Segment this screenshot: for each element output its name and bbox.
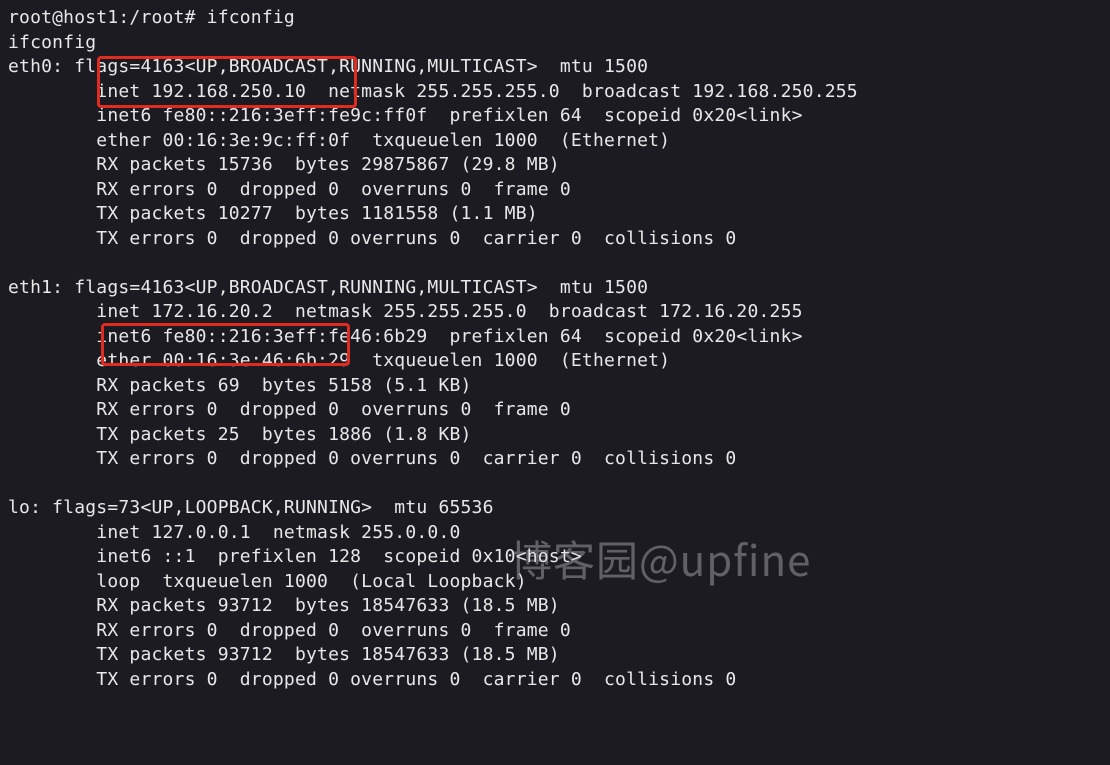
eth1-inet6: inet6 fe80::216:3eff:fe46:6b29 prefixlen… — [8, 325, 1102, 350]
lo-header: lo: flags=73<UP,LOOPBACK,RUNNING> mtu 65… — [8, 496, 1102, 521]
eth1-rx-packets: RX packets 69 bytes 5158 (5.1 KB) — [8, 374, 1102, 399]
terminal-output[interactable]: root@host1:/root# ifconfig ifconfig eth0… — [0, 0, 1110, 700]
eth1-tx-errors: TX errors 0 dropped 0 overruns 0 carrier… — [8, 447, 1102, 472]
eth0-header: eth0: flags=4163<UP,BROADCAST,RUNNING,MU… — [8, 55, 1102, 80]
eth0-rx-errors: RX errors 0 dropped 0 overruns 0 frame 0 — [8, 178, 1102, 203]
eth0-ether: ether 00:16:3e:9c:ff:0f txqueuelen 1000 … — [8, 129, 1102, 154]
eth0-tx-packets: TX packets 10277 bytes 1181558 (1.1 MB) — [8, 202, 1102, 227]
eth1-inet: inet 172.16.20.2 netmask 255.255.255.0 b… — [8, 300, 1102, 325]
lo-rx-packets: RX packets 93712 bytes 18547633 (18.5 MB… — [8, 594, 1102, 619]
prompt-line: root@host1:/root# ifconfig — [8, 6, 1102, 31]
lo-tx-errors: TX errors 0 dropped 0 overruns 0 carrier… — [8, 668, 1102, 693]
lo-loop: loop txqueuelen 1000 (Local Loopback) — [8, 570, 1102, 595]
echo-line: ifconfig — [8, 31, 1102, 56]
lo-inet6: inet6 ::1 prefixlen 128 scopeid 0x10<hos… — [8, 545, 1102, 570]
lo-tx-packets: TX packets 93712 bytes 18547633 (18.5 MB… — [8, 643, 1102, 668]
eth1-rx-errors: RX errors 0 dropped 0 overruns 0 frame 0 — [8, 398, 1102, 423]
eth0-tx-errors: TX errors 0 dropped 0 overruns 0 carrier… — [8, 227, 1102, 252]
eth1-header: eth1: flags=4163<UP,BROADCAST,RUNNING,MU… — [8, 276, 1102, 301]
eth0-inet6: inet6 fe80::216:3eff:fe9c:ff0f prefixlen… — [8, 104, 1102, 129]
eth1-tx-packets: TX packets 25 bytes 1886 (1.8 KB) — [8, 423, 1102, 448]
eth0-inet: inet 192.168.250.10 netmask 255.255.255.… — [8, 80, 1102, 105]
eth0-rx-packets: RX packets 15736 bytes 29875867 (29.8 MB… — [8, 153, 1102, 178]
blank-line-2 — [8, 472, 1102, 497]
lo-inet: inet 127.0.0.1 netmask 255.0.0.0 — [8, 521, 1102, 546]
blank-line — [8, 251, 1102, 276]
eth1-ether: ether 00:16:3e:46:6b:29 txqueuelen 1000 … — [8, 349, 1102, 374]
lo-rx-errors: RX errors 0 dropped 0 overruns 0 frame 0 — [8, 619, 1102, 644]
